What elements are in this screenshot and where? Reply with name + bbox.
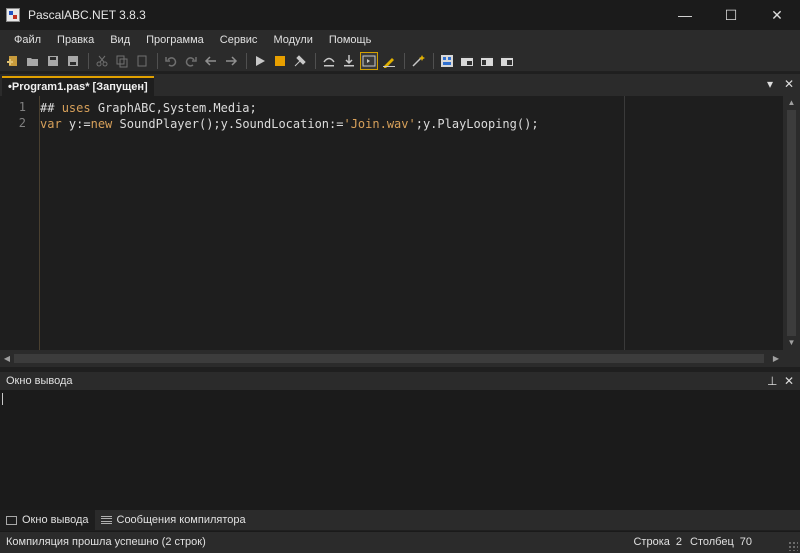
window-title: PascalABC.NET 3.8.3 — [28, 8, 146, 22]
toolbar-separator — [315, 52, 316, 69]
row-value: 2 — [675, 536, 682, 548]
code-token: GraphABC,System.Media; — [90, 101, 257, 115]
editor-vertical-scrollbar[interactable]: ▲ ▼ — [783, 96, 800, 354]
resize-grip-icon[interactable] — [788, 541, 798, 551]
code-string: 'Join.wav' — [343, 117, 416, 131]
status-message: Компиляция прошла успешно (2 строк) — [6, 536, 206, 548]
line-number: 1 — [18, 100, 26, 114]
undo-icon[interactable] — [162, 52, 180, 70]
menu-edit[interactable]: Правка — [49, 30, 102, 50]
text-caret — [2, 393, 3, 405]
new-file-icon[interactable] — [4, 52, 22, 70]
maximize-button[interactable]: ☐ — [708, 0, 754, 30]
tab-label: Окно вывода — [22, 514, 89, 526]
menu-service[interactable]: Сервис — [212, 30, 266, 50]
editor-tab-strip: •Program1.pas* [Запущен] ▾ ✕ — [0, 74, 800, 96]
code-token: ;y.PlayLooping(); — [415, 117, 539, 131]
toolbar-separator — [433, 52, 434, 69]
menu-modules[interactable]: Модули — [265, 30, 320, 50]
code-keyword: var — [40, 117, 62, 131]
redo-icon[interactable] — [182, 52, 200, 70]
toolbar-separator — [88, 52, 89, 69]
copy-icon[interactable] — [113, 52, 131, 70]
minimize-button[interactable]: — — [662, 0, 708, 30]
run-icon[interactable] — [251, 52, 269, 70]
tab-list-dropdown-icon[interactable]: ▾ — [767, 77, 773, 91]
menu-bar: Файл Правка Вид Программа Сервис Модули … — [0, 30, 800, 50]
step-over-icon[interactable] — [320, 52, 338, 70]
nav-forward-icon[interactable] — [222, 52, 240, 70]
scroll-thumb[interactable] — [14, 354, 764, 363]
scroll-left-icon[interactable]: ◀ — [0, 350, 14, 367]
tab-program1[interactable]: •Program1.pas* [Запущен] — [2, 76, 154, 96]
right-margin-ruler — [624, 96, 625, 350]
wizard-icon[interactable] — [409, 52, 427, 70]
line-number: 2 — [18, 116, 26, 130]
toolbar-separator — [157, 52, 158, 69]
panel-close-icon[interactable]: ✕ — [784, 372, 794, 390]
code-keyword: new — [90, 117, 113, 131]
save-icon[interactable] — [44, 52, 62, 70]
code-token: SoundPlayer();y.SoundLocation:= — [112, 117, 344, 131]
scroll-right-icon[interactable]: ▶ — [769, 350, 783, 367]
nav-back-icon[interactable] — [202, 52, 220, 70]
toolbar-separator — [246, 52, 247, 69]
window-3-icon[interactable] — [498, 52, 516, 70]
pin-icon[interactable]: ⊥ — [767, 372, 777, 390]
menu-program[interactable]: Программа — [138, 30, 212, 50]
code-editor[interactable]: 1 2 ## uses GraphABC,System.Media; var y:… — [0, 96, 800, 354]
window-2-icon[interactable] — [478, 52, 496, 70]
cursor-position: Строка 2 Столбец 70 — [633, 532, 752, 553]
scrollbar-corner — [783, 350, 800, 367]
tab-output-window[interactable]: Окно вывода — [0, 510, 95, 530]
window-1-icon[interactable] — [458, 52, 476, 70]
toolbar — [0, 50, 800, 72]
output-panel-title: Окно вывода — [6, 375, 73, 387]
code-token: y:= — [61, 117, 91, 131]
column-label: Столбец — [690, 536, 734, 548]
build-icon[interactable] — [291, 52, 309, 70]
stop-icon[interactable] — [271, 52, 289, 70]
code-line[interactable]: ## uses GraphABC,System.Media; — [40, 100, 539, 116]
title-bar: PascalABC.NET 3.8.3 — ☐ ✕ — [0, 0, 800, 30]
open-folder-icon[interactable] — [24, 52, 42, 70]
status-bar: Компиляция прошла успешно (2 строк) Стро… — [0, 531, 800, 553]
paste-icon[interactable] — [133, 52, 151, 70]
code-keyword: uses — [61, 101, 91, 115]
console-window-icon — [6, 515, 17, 525]
format-icon[interactable] — [380, 52, 398, 70]
code-token: ## — [40, 101, 62, 115]
scroll-down-icon[interactable]: ▼ — [783, 336, 800, 350]
bottom-panel-tabs: Окно вывода Сообщения компилятора — [0, 510, 800, 530]
scroll-thumb[interactable] — [787, 110, 796, 336]
code-line[interactable]: var y:=new SoundPlayer();y.SoundLocation… — [40, 116, 539, 132]
save-all-icon[interactable] — [64, 52, 82, 70]
step-into-icon[interactable] — [340, 52, 358, 70]
output-panel-header: Окно вывода ⊥ ✕ — [0, 372, 800, 390]
tab-label: Сообщения компилятора — [116, 514, 246, 526]
close-button[interactable]: ✕ — [754, 0, 800, 30]
column-value: 70 — [739, 536, 752, 548]
app-logo-icon — [6, 8, 20, 22]
tab-compiler-messages[interactable]: Сообщения компилятора — [95, 510, 252, 530]
message-list-icon — [100, 515, 112, 525]
line-number-gutter: 1 2 — [0, 96, 40, 350]
row-label: Строка — [633, 536, 670, 548]
cut-icon[interactable] — [93, 52, 111, 70]
tab-close-icon[interactable]: ✕ — [784, 77, 794, 91]
menu-file[interactable]: Файл — [6, 30, 49, 50]
toolbar-separator — [404, 52, 405, 69]
menu-view[interactable]: Вид — [102, 30, 138, 50]
editor-horizontal-scrollbar[interactable]: ◀ ▶ — [0, 350, 783, 367]
output-console-icon[interactable] — [360, 51, 378, 70]
menu-help[interactable]: Помощь — [321, 30, 380, 50]
output-text-area[interactable] — [0, 390, 800, 510]
window-controls: — ☐ ✕ — [662, 0, 800, 30]
form-designer-icon[interactable] — [438, 52, 456, 70]
scroll-up-icon[interactable]: ▲ — [783, 96, 800, 110]
code-text[interactable]: ## uses GraphABC,System.Media; var y:=new… — [40, 100, 539, 132]
